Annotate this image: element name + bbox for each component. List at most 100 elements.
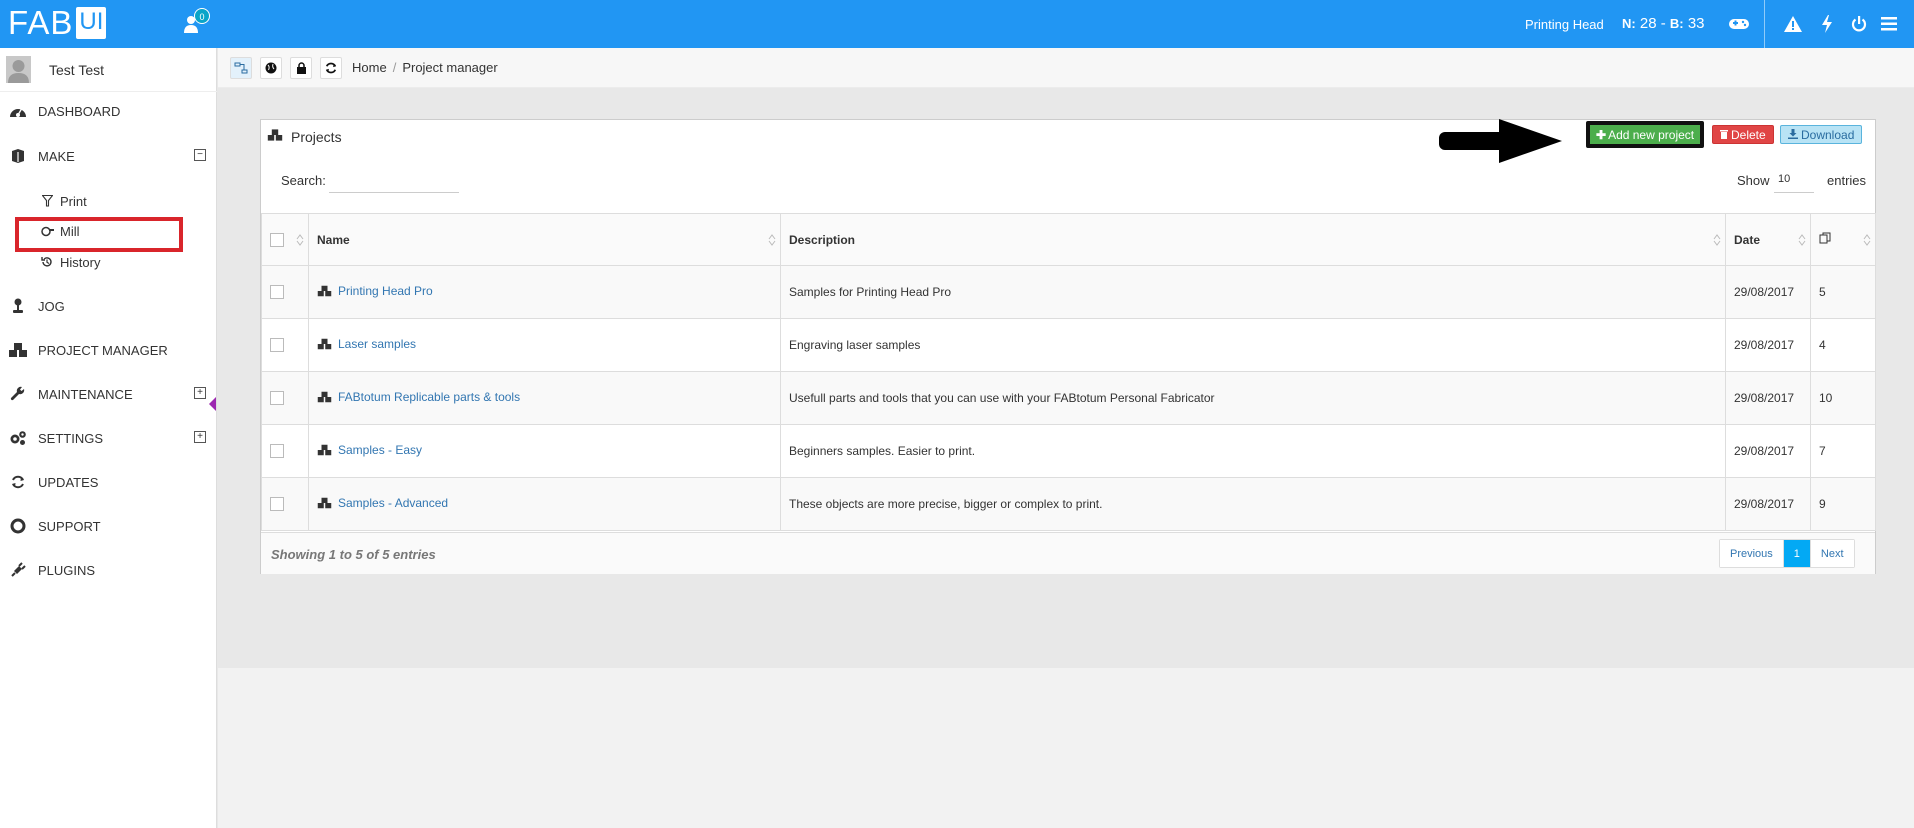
table-row[interactable]: Samples - Easy Beginners samples. Easier…: [261, 424, 1876, 478]
gears-icon: [8, 429, 28, 447]
sidebar-item-maintenance[interactable]: MAINTENANCE +: [0, 381, 217, 407]
panel-title: Projects: [291, 129, 342, 145]
projects-table: Name Description Date Printing Head Pro …: [261, 213, 1876, 531]
project-name-cell: Printing Head Pro: [308, 265, 781, 319]
table-footer: Showing 1 to 5 of 5 entries Previous 1 N…: [261, 532, 1875, 574]
select-all-header[interactable]: [261, 213, 309, 266]
sidebar-subitem-print[interactable]: Print: [40, 190, 87, 212]
page-size-select[interactable]: 10: [1774, 167, 1814, 193]
project-date: 29/08/2017: [1725, 265, 1811, 319]
select-all-checkbox[interactable]: [270, 232, 284, 247]
sidebar-item-jog[interactable]: JOG: [0, 293, 217, 319]
sidebar-item-support[interactable]: SUPPORT: [0, 513, 217, 539]
project-name: Samples - Advanced: [338, 496, 449, 510]
page-1-button[interactable]: 1: [1783, 540, 1811, 567]
lock-icon: [296, 62, 306, 74]
table-row[interactable]: Samples - Advanced These objects are mor…: [261, 477, 1876, 531]
sidebar-item-make[interactable]: MAKE −: [0, 143, 217, 169]
pointer-arrow-icon: [1439, 119, 1562, 163]
project-description: Engraving laser samples: [780, 318, 1726, 372]
search-input[interactable]: [329, 167, 459, 193]
sort-icon[interactable]: [296, 234, 304, 246]
nozzle-temp: 28: [1639, 15, 1657, 32]
row-checkbox[interactable]: [270, 285, 284, 300]
fabui-logo[interactable]: FAB UI: [8, 6, 107, 40]
globe-button[interactable]: [260, 57, 282, 79]
lifebuoy-icon: [8, 517, 28, 535]
show-label: Show: [1737, 173, 1770, 188]
reload-button[interactable]: [320, 57, 342, 79]
row-checkbox[interactable]: [270, 338, 284, 353]
project-description: Samples for Printing Head Pro: [780, 265, 1726, 319]
next-page-button[interactable]: Next: [1810, 540, 1854, 567]
column-label: Name: [317, 232, 350, 247]
lock-button[interactable]: [290, 57, 312, 79]
delete-button[interactable]: Delete: [1712, 125, 1774, 144]
project-description: Beginners samples. Easier to print.: [780, 424, 1726, 478]
column-label: Date: [1734, 232, 1761, 247]
add-new-project-button[interactable]: ✚ Add new project: [1586, 121, 1705, 148]
sidebar-item-updates[interactable]: UPDATES: [0, 469, 217, 495]
sidebar-subitem-label: History: [60, 254, 101, 270]
download-button-label: Download: [1801, 127, 1855, 142]
sort-icon: [1863, 234, 1871, 246]
breadcrumb-bar: Home / Project manager: [218, 48, 1914, 88]
toggle-sidebar-button[interactable]: [230, 57, 252, 79]
sidebar-item-label: PLUGINS: [38, 562, 96, 578]
sidebar-subitem-label: Print: [60, 193, 87, 209]
emergency-bolt-icon[interactable]: [1816, 13, 1838, 35]
breadcrumb-separator: /: [392, 60, 397, 75]
table-row[interactable]: FABtotum Replicable parts & tools Useful…: [261, 371, 1876, 425]
jog-icon: [8, 297, 28, 315]
nozzle-label: N:: [1622, 16, 1636, 31]
user-notifications-button[interactable]: 0: [184, 8, 214, 38]
project-description: Usefull parts and tools that you can use…: [780, 371, 1726, 425]
sidebar-item-label: SETTINGS: [38, 430, 104, 446]
add-button-label: Add new project: [1608, 127, 1695, 142]
expand-toggle[interactable]: +: [194, 387, 206, 399]
previous-page-button[interactable]: Previous: [1720, 540, 1784, 567]
power-icon[interactable]: [1848, 13, 1870, 35]
sidebar-item-dashboard[interactable]: DASHBOARD: [0, 98, 217, 124]
project-link[interactable]: Laser samples: [317, 337, 416, 351]
table-row[interactable]: Printing Head Pro Samples for Printing H…: [261, 265, 1876, 319]
project-link[interactable]: Printing Head Pro: [317, 284, 433, 298]
sidebar-item-settings[interactable]: SETTINGS +: [0, 425, 217, 451]
menu-icon[interactable]: [1878, 13, 1900, 35]
column-label: Description: [789, 232, 856, 247]
column-header-date[interactable]: Date: [1725, 213, 1811, 266]
expand-toggle[interactable]: +: [194, 431, 206, 443]
dashboard-icon: [8, 102, 28, 120]
row-checkbox[interactable]: [270, 391, 284, 406]
download-button[interactable]: Download: [1780, 125, 1863, 144]
project-file-count: 10: [1810, 371, 1876, 425]
column-header-files[interactable]: [1810, 213, 1876, 266]
breadcrumb-home[interactable]: Home: [352, 60, 387, 75]
sidebar-user[interactable]: Test Test: [0, 48, 217, 92]
sidebar-subitem-history[interactable]: History: [40, 251, 100, 273]
gamepad-icon[interactable]: [1728, 17, 1750, 34]
history-icon: [40, 255, 54, 269]
wrench-icon: [8, 385, 28, 403]
project-link[interactable]: Samples - Advanced: [317, 496, 448, 510]
project-icon: [317, 285, 332, 297]
column-header-name[interactable]: Name: [308, 213, 781, 266]
plug-icon: [8, 561, 28, 579]
sidebar-item-plugins[interactable]: PLUGINS: [0, 557, 217, 583]
column-header-description[interactable]: Description: [780, 213, 1726, 266]
sidebar-item-project-manager[interactable]: PROJECT MANAGER: [0, 337, 217, 363]
logo-badge: UI: [76, 7, 107, 39]
row-select-cell: [261, 424, 309, 478]
search-label: Search:: [281, 173, 326, 188]
row-checkbox[interactable]: [270, 497, 284, 512]
project-date: 29/08/2017: [1725, 477, 1811, 531]
warning-icon[interactable]: [1782, 13, 1804, 35]
project-link[interactable]: Samples - Easy: [317, 443, 422, 457]
row-checkbox[interactable]: [270, 444, 284, 459]
project-file-count: 7: [1810, 424, 1876, 478]
project-date: 29/08/2017: [1725, 371, 1811, 425]
breadcrumb: Home / Project manager: [352, 60, 498, 75]
table-row[interactable]: Laser samples Engraving laser samples 29…: [261, 318, 1876, 372]
project-link[interactable]: FABtotum Replicable parts & tools: [317, 390, 520, 404]
collapse-toggle[interactable]: −: [194, 149, 206, 161]
